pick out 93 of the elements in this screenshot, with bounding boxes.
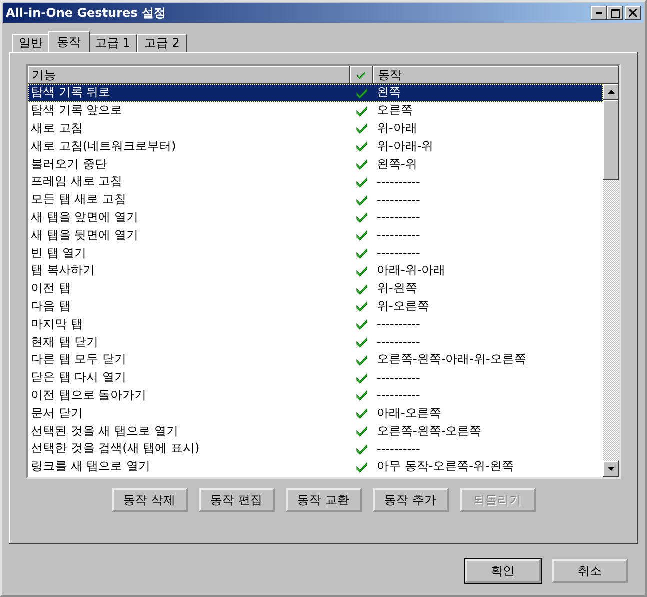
- maximize-icon: [610, 8, 620, 18]
- list-row[interactable]: 링크를 새 탭으로 열기 아무 동작-오른쪽-위-왼쪽: [28, 458, 603, 476]
- list-row[interactable]: 탐색 기록 뒤로 왼쪽: [28, 84, 603, 102]
- function-name: 탭 복사하기: [30, 262, 96, 280]
- gesture-text: 아래-위-아래: [376, 262, 447, 280]
- list-row[interactable]: 새 탭을 뒷면에 열기 ----------: [28, 226, 603, 244]
- function-name: 빈 탭 열기: [30, 244, 88, 262]
- gesture-text: ----------: [376, 370, 422, 385]
- list-row[interactable]: 프레임 새로 고침 ----------: [28, 172, 603, 191]
- action-button[interactable]: 동작 추가: [372, 488, 448, 512]
- function-name: 새 탭을 앞면에 열기: [30, 208, 140, 226]
- function-name: 탐색 기록 뒤로: [30, 84, 112, 102]
- list-row[interactable]: 빈 탭 열기 ----------: [28, 244, 603, 262]
- gesture-text: 오른쪽-왼쪽-오른쪽: [376, 422, 483, 440]
- function-name: 프레임 새로 고침: [30, 173, 124, 190]
- action-button[interactable]: 동작 교환: [286, 488, 362, 512]
- minimize-button[interactable]: [591, 6, 607, 20]
- dialog-button[interactable]: 확인: [465, 559, 541, 583]
- function-name: 마지막 탭: [30, 316, 84, 333]
- gesture-text: ----------: [376, 228, 422, 242]
- gesture-text: ----------: [376, 210, 422, 224]
- column-header[interactable]: 동작: [373, 66, 619, 84]
- action-button[interactable]: 동작 삭제: [112, 488, 188, 512]
- gesture-text: 왼쪽-위: [376, 156, 418, 173]
- function-name: 닫은 탭 다시 열기: [30, 369, 128, 386]
- function-name: 다른 탭 모두 닫기: [30, 351, 128, 368]
- list-row[interactable]: 모든 탭 새로 고침 ----------: [28, 190, 603, 209]
- scroll-thumb[interactable]: [603, 100, 619, 180]
- gesture-text: 왼쪽: [376, 84, 402, 102]
- scroll-up-button[interactable]: [603, 84, 619, 100]
- list-row[interactable]: 새로 고침 위-아래: [28, 120, 603, 138]
- function-name: 다음 탭: [30, 298, 72, 315]
- list-row[interactable]: 이전 탭으로 돌아가기 ----------: [28, 386, 603, 404]
- function-name: 모든 탭 새로 고침: [30, 191, 128, 208]
- list-row[interactable]: 현재 탭 닫기 ----------: [28, 333, 603, 351]
- function-name: 불러오기 중단: [30, 156, 108, 173]
- list-row[interactable]: 이전 탭 위-왼쪽: [28, 280, 603, 298]
- gesture-text: 위-아래-위: [376, 138, 435, 155]
- maximize-button[interactable]: [607, 6, 623, 20]
- list-row[interactable]: 선택된 것을 새 탭으로 열기 오른쪽-왼쪽-오른쪽: [28, 422, 603, 440]
- list-row[interactable]: 새로 고침(네트워크로부터) 위-아래-위: [28, 137, 603, 156]
- function-name: 링크를 새 탭으로 열기: [30, 458, 152, 476]
- function-name: 새로 고침: [30, 120, 84, 137]
- close-button[interactable]: [625, 6, 641, 20]
- tab[interactable]: 동작: [48, 31, 90, 52]
- gesture-text: ----------: [376, 388, 422, 402]
- up-arrow-icon: [608, 90, 614, 94]
- list-row[interactable]: 닫은 탭 다시 열기 ----------: [28, 368, 603, 387]
- column-header[interactable]: 기능: [28, 66, 350, 84]
- list-row[interactable]: 탭 복사하기 아래-위-아래: [28, 262, 603, 280]
- dialog-button[interactable]: 취소: [552, 559, 628, 583]
- gesture-text: ----------: [376, 192, 422, 207]
- function-name: 선택된 것을 새 탭으로 열기: [30, 422, 180, 440]
- list-row[interactable]: 다음 탭 위-오른쪽: [28, 298, 603, 316]
- gesture-text: 아래-오른쪽: [376, 404, 442, 422]
- minimize-icon: [596, 12, 602, 14]
- tab[interactable]: 고급 2: [137, 34, 187, 52]
- gesture-text: 아무 동작-오른쪽-위-왼쪽: [376, 458, 515, 476]
- function-name: 문서 닫기: [30, 404, 84, 422]
- gesture-text: 위-오른쪽: [376, 298, 430, 315]
- close-icon: [629, 9, 637, 17]
- function-name: 이전 탭: [30, 280, 72, 298]
- scroll-down-button[interactable]: [603, 461, 619, 477]
- function-name: 이전 탭으로 돌아가기: [30, 386, 148, 404]
- tab[interactable]: 고급 1: [88, 34, 138, 52]
- gesture-text: 위-아래: [376, 120, 418, 137]
- function-name: 선택한 것을 검색(새 탭에 표시): [30, 440, 201, 458]
- down-arrow-icon: [608, 467, 614, 471]
- list-row[interactable]: 선택한 것을 검색(새 탭에 표시) ----------: [28, 440, 603, 458]
- list-row[interactable]: 새 탭을 앞면에 열기 ----------: [28, 208, 603, 226]
- gesture-text: 오른쪽-왼쪽-아래-위-오른쪽: [376, 351, 528, 368]
- gesture-text: ----------: [376, 335, 422, 350]
- gesture-text: 위-왼쪽: [376, 280, 418, 298]
- checkmark-icon: [357, 69, 366, 81]
- list-row[interactable]: 다른 탭 모두 닫기 오른쪽-왼쪽-아래-위-오른쪽: [28, 350, 603, 369]
- tab[interactable]: 일반: [12, 34, 50, 52]
- list-row[interactable]: 탐색 기록 앞으로 오른쪽: [28, 102, 603, 120]
- list-row[interactable]: 문서 닫기 아래-오른쪽: [28, 404, 603, 422]
- function-name: 새 탭을 뒷면에 열기: [30, 226, 140, 244]
- function-name: 새로 고침(네트워크로부터): [30, 138, 178, 155]
- gesture-text: ----------: [376, 174, 422, 189]
- function-name: 탐색 기록 앞으로: [30, 102, 124, 120]
- gesture-text: ----------: [376, 246, 422, 260]
- gesture-text: ----------: [376, 442, 422, 456]
- function-name: 현재 탭 닫기: [30, 334, 100, 351]
- action-button[interactable]: 동작 편집: [198, 488, 274, 512]
- list-row[interactable]: 마지막 탭 ----------: [28, 315, 603, 334]
- scrollbar[interactable]: [603, 84, 619, 477]
- window-title: All-in-One Gestures 설정: [6, 4, 166, 22]
- gesture-text: 오른쪽: [376, 102, 414, 120]
- check-column-header[interactable]: [350, 66, 373, 84]
- list-row[interactable]: 불러오기 중단 왼쪽-위: [28, 155, 603, 173]
- gesture-text: ----------: [376, 317, 422, 332]
